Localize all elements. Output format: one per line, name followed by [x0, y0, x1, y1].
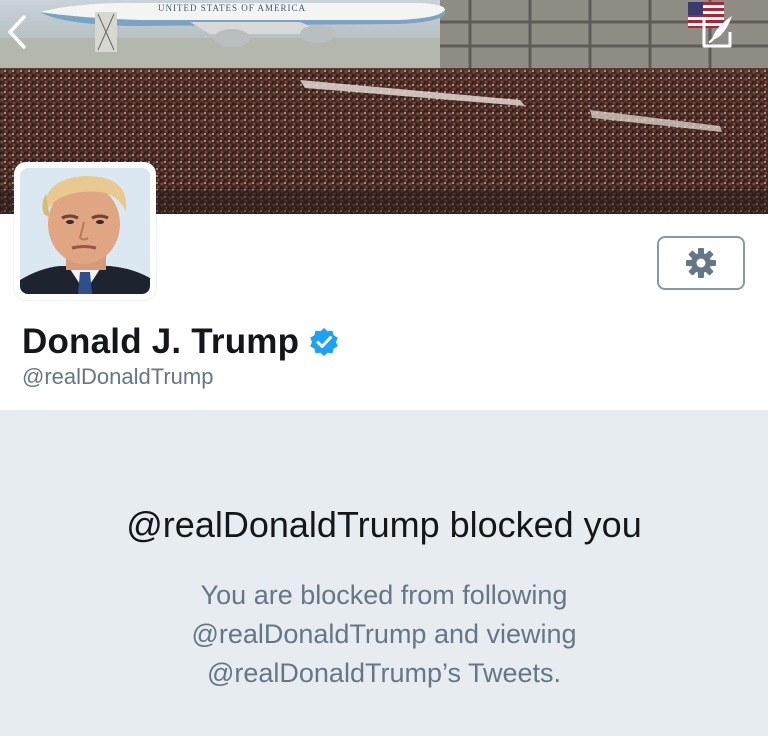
compose-tweet-button[interactable] — [698, 12, 744, 56]
blocked-description: You are blocked from following @realDona… — [0, 576, 768, 693]
profile-handle: @realDonaldTrump — [22, 364, 214, 389]
display-name: Donald J. Trump — [22, 322, 300, 361]
blocked-title: @realDonaldTrump blocked you — [126, 504, 642, 545]
blocked-notice: @realDonaldTrump blocked you You are blo… — [0, 410, 768, 736]
back-button[interactable] — [6, 14, 42, 54]
avatar[interactable] — [14, 162, 156, 300]
chevron-left-icon — [8, 15, 26, 49]
verified-badge-icon — [310, 328, 339, 356]
settings-button[interactable] — [657, 236, 745, 290]
blocked-desc-line: @realDonaldTrump and viewing — [191, 619, 577, 649]
blocked-desc-line: @realDonaldTrump’s Tweets. — [206, 658, 562, 688]
blocked-desc-line: You are blocked from following — [200, 580, 568, 610]
gear-icon — [686, 248, 716, 278]
compose-tweet-icon — [702, 16, 732, 48]
banner-plane-text: UNITED STATES OF AMERICA — [158, 3, 306, 13]
name-row: Donald J. Trump — [22, 320, 339, 364]
profile-photo — [20, 168, 150, 294]
